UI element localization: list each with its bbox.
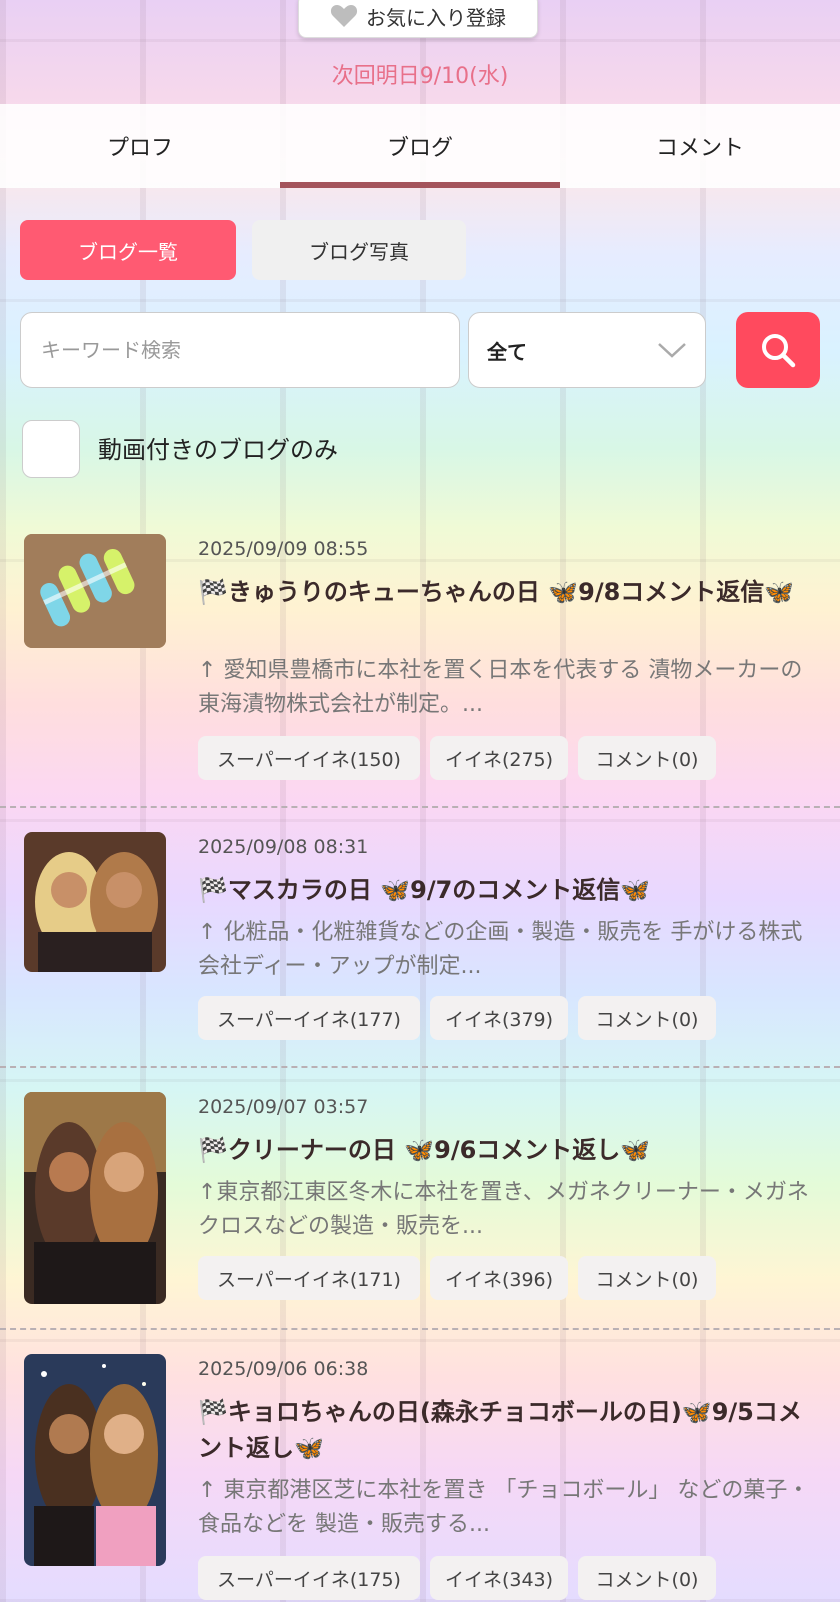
chevron-down-icon	[658, 343, 686, 358]
post-date: 2025/09/07 03:57	[198, 1096, 369, 1118]
divider	[0, 806, 840, 808]
blog-photo-button[interactable]: ブログ写真	[252, 220, 466, 280]
tab-profile[interactable]: プロフ	[0, 104, 280, 188]
search-input[interactable]	[20, 312, 460, 388]
like-button[interactable]: イイネ(343)	[430, 1556, 568, 1600]
divider	[0, 1066, 840, 1068]
post-excerpt: ↑ 愛知県豊橋市に本社を置く日本を代表する 漬物メーカーの東海漬物株式会社が制定…	[198, 658, 803, 717]
next-schedule: 次回明日9/10(水)	[331, 64, 509, 89]
nail-art-image	[24, 534, 166, 648]
blog-list-button[interactable]: ブログ一覧	[20, 220, 236, 280]
post-date: 2025/09/09 08:55	[198, 538, 369, 560]
post-title[interactable]: 🏁クリーナーの日 🦋9/6コメント返し🦋	[198, 1132, 820, 1168]
post-date: 2025/09/08 08:31	[198, 836, 369, 858]
like-button[interactable]: イイネ(275)	[430, 736, 568, 780]
heart-icon	[330, 5, 358, 27]
super-like-button[interactable]: スーパーイイネ(171)	[198, 1256, 420, 1300]
post-thumbnail[interactable]	[24, 832, 166, 972]
favorite-label: お気に入り登録	[366, 5, 506, 30]
tab-blog[interactable]: ブログ	[280, 104, 560, 188]
blog-photo-label: ブログ写真	[309, 239, 409, 264]
tab-label: ブログ	[386, 136, 453, 161]
portrait-image	[24, 832, 166, 972]
post-thumbnail[interactable]	[24, 534, 166, 648]
super-like-button[interactable]: スーパーイイネ(175)	[198, 1556, 420, 1600]
post-title[interactable]: 🏁マスカラの日 🦋9/7のコメント返信🦋	[198, 872, 820, 908]
video-only-label: 動画付きのブログのみ	[98, 436, 338, 464]
super-like-button[interactable]: スーパーイイネ(150)	[198, 736, 420, 780]
category-value: 全て	[487, 339, 527, 364]
post-excerpt: ↑ 化粧品・化粧雑貨などの企画・製造・販売を 手がける株式会社ディー・アップが制…	[198, 920, 803, 979]
blog-list-label: ブログ一覧	[78, 239, 178, 264]
tab-comment[interactable]: コメント	[560, 104, 840, 188]
comment-button[interactable]: コメント(0)	[578, 996, 716, 1040]
post-excerpt: ↑東京都江東区冬木に本社を置き、メガネクリーナー・メガネクロスなどの製造・販売を…	[198, 1180, 809, 1239]
category-select[interactable]: 全て	[468, 312, 706, 388]
like-button[interactable]: イイネ(396)	[430, 1256, 568, 1300]
search-icon	[762, 334, 796, 368]
like-button[interactable]: イイネ(379)	[430, 996, 568, 1040]
tab-bar: プロフ ブログ コメント	[0, 104, 840, 188]
divider	[0, 1328, 840, 1330]
comment-button[interactable]: コメント(0)	[578, 1556, 716, 1600]
favorite-button[interactable]: お気に入り登録	[298, 0, 538, 38]
post-date: 2025/09/06 06:38	[198, 1358, 369, 1380]
search-button[interactable]	[736, 312, 820, 388]
tab-label: コメント	[655, 136, 744, 161]
portrait-image	[24, 1354, 166, 1566]
portrait-image	[24, 1092, 166, 1304]
video-only-checkbox[interactable]	[22, 420, 80, 478]
page: お気に入り登録 次回明日9/10(水) プロフ ブログ コメント ブログ一覧 ブ…	[0, 0, 840, 1602]
comment-button[interactable]: コメント(0)	[578, 1256, 716, 1300]
post-thumbnail[interactable]	[24, 1092, 166, 1304]
post-title[interactable]: 🏁きゅうりのキューちゃんの日 🦋9/8コメント返信🦋	[198, 574, 820, 610]
post-thumbnail[interactable]	[24, 1354, 166, 1566]
post-excerpt: ↑ 東京都港区芝に本社を置き 「チョコボール」 などの菓子・食品などを 製造・販…	[198, 1478, 810, 1537]
comment-button[interactable]: コメント(0)	[578, 736, 716, 780]
super-like-button[interactable]: スーパーイイネ(177)	[198, 996, 420, 1040]
tab-label: プロフ	[106, 136, 173, 161]
post-title[interactable]: 🏁キョロちゃんの日(森永チョコボールの日)🦋9/5コメント返し🦋	[198, 1394, 820, 1466]
